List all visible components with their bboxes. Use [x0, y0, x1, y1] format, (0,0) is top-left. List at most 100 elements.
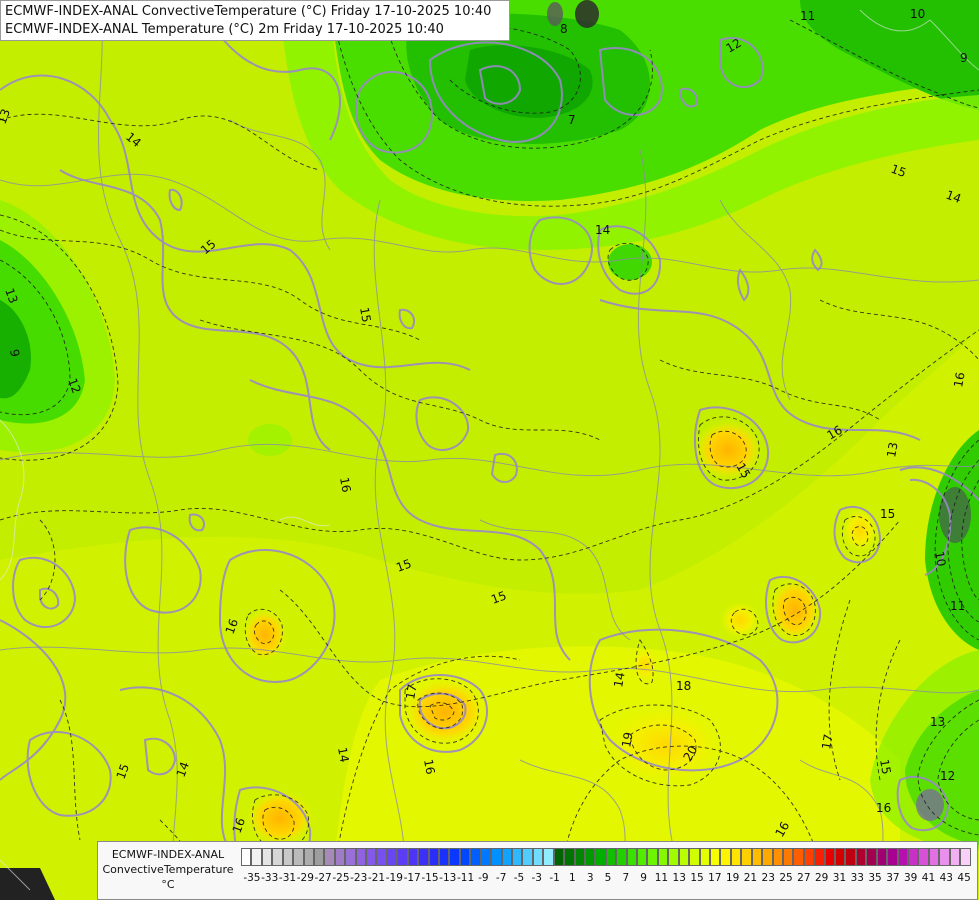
- legend-tick-label: 21: [743, 872, 758, 884]
- contour-label: 10: [932, 550, 948, 567]
- legend-swatch: [949, 848, 961, 866]
- title-temperature: ECMWF-INDEX-ANAL Temperature (°C) 2m Fri…: [5, 22, 444, 37]
- contour-label: 15: [877, 758, 893, 775]
- legend-tick-label: 41: [921, 872, 936, 884]
- legend-swatch: [657, 848, 669, 866]
- legend-tick-label: -21: [367, 872, 386, 884]
- legend-ticks: -35 -33 -31 -29 -27 -25 -23 -21 -19 -17 -15 -13 -11-…: [241, 872, 979, 888]
- legend-swatch: [355, 848, 367, 866]
- legend-tick-label: 31: [832, 872, 847, 884]
- legend-swatch: [803, 848, 815, 866]
- legend-swatch: [470, 848, 481, 866]
- legend-tick-label: -9: [478, 872, 489, 884]
- legend-swatch: [908, 848, 919, 866]
- contour-label: 16: [876, 801, 891, 815]
- legend-swatches: [241, 848, 971, 866]
- legend-swatch: [376, 848, 387, 866]
- legend-swatch: [480, 848, 492, 866]
- legend-tick-label: 11: [654, 872, 669, 884]
- legend-swatch: [793, 848, 804, 866]
- contour-label: 16: [421, 758, 437, 775]
- legend-tick-label: 5: [604, 872, 612, 884]
- legend-tick-label: 35: [868, 872, 882, 884]
- legend-tick-label: -19: [385, 872, 403, 884]
- legend-swatch: [397, 848, 408, 866]
- legend-swatch: [595, 848, 606, 866]
- contour-label: 11: [800, 9, 815, 23]
- legend-tick-label: -23: [350, 872, 368, 884]
- legend-tick-label: 7: [622, 872, 630, 884]
- legend-swatch: [261, 848, 273, 866]
- legend-swatch: [605, 848, 617, 866]
- legend-swatch: [386, 848, 398, 866]
- legend-swatch: [772, 848, 783, 866]
- legend-swatch: [251, 848, 262, 866]
- legend-swatch: [814, 848, 825, 866]
- legend-swatch: [428, 848, 440, 866]
- contour-label: 8: [560, 22, 568, 36]
- warm-spot: [842, 508, 878, 552]
- warm-spot: [631, 647, 659, 683]
- legend-tick-label: 45: [957, 872, 971, 884]
- cold-core: [916, 789, 944, 821]
- legend-swatch: [928, 848, 940, 866]
- legend-swatch: [543, 848, 554, 866]
- legend-swatch: [960, 848, 971, 866]
- legend-tick-label: 13: [672, 872, 686, 884]
- legend-tick-label: 9: [640, 872, 647, 884]
- legend-text: ECMWF-INDEX-ANAL ConvectiveTemperature °…: [100, 847, 236, 892]
- legend-tick-label: 43: [939, 872, 953, 884]
- legend-swatch: [782, 848, 794, 866]
- contour-label: 13: [884, 441, 900, 458]
- legend-swatch: [449, 848, 460, 866]
- legend-swatch: [835, 848, 846, 866]
- legend-tick-label: -35: [243, 872, 261, 884]
- legend-swatch: [511, 848, 523, 866]
- contour-label: 7: [568, 113, 576, 127]
- legend-swatch: [918, 848, 929, 866]
- legend-tick-label: 17: [708, 872, 722, 884]
- legend-swatch: [626, 848, 638, 866]
- warm-spot: [720, 602, 760, 638]
- legend-swatch: [845, 848, 856, 866]
- legend-swatch: [699, 848, 710, 866]
- legend-swatch: [855, 848, 867, 866]
- legend-tick-label: -13: [439, 872, 457, 884]
- contour-label: 18: [676, 679, 691, 693]
- legend-swatch: [720, 848, 731, 866]
- cold-core: [575, 0, 599, 28]
- legend-source: ECMWF-INDEX-ANAL: [111, 848, 225, 861]
- legend-tick-label: -29: [296, 872, 314, 884]
- legend-swatch: [272, 848, 283, 866]
- legend-swatch: [324, 848, 335, 866]
- legend-swatch: [303, 848, 314, 866]
- legend-swatch: [532, 848, 544, 866]
- contour-label: 14: [335, 746, 351, 763]
- legend-swatch: [366, 848, 377, 866]
- contour-label: 14: [611, 671, 627, 688]
- legend-tick-label: 33: [850, 872, 864, 884]
- legend-swatch: [939, 848, 950, 866]
- legend-swatch: [553, 848, 565, 866]
- legend-swatch: [293, 848, 304, 866]
- legend-tick-label: 1: [569, 872, 576, 884]
- contour-label: 14: [595, 223, 610, 237]
- legend-swatch: [730, 848, 742, 866]
- contour-label: 15: [880, 507, 895, 521]
- legend-tick-label: -25: [332, 872, 350, 884]
- legend-swatch: [741, 848, 752, 866]
- legend-swatch: [876, 848, 888, 866]
- contour-label: 17: [403, 683, 419, 700]
- legend-variable: ConvectiveTemperature: [102, 863, 234, 876]
- contour-label: 19: [619, 731, 635, 748]
- legend-tick-label: 25: [779, 872, 793, 884]
- legend-swatch: [762, 848, 773, 866]
- contour-label: 9: [960, 51, 968, 65]
- legend-swatch: [678, 848, 690, 866]
- legend-tick-label: -17: [403, 872, 421, 884]
- legend-swatch: [647, 848, 658, 866]
- legend-swatch: [282, 848, 294, 866]
- legend-tick-label: -33: [261, 872, 279, 884]
- legend-swatch: [564, 848, 575, 866]
- warm-spot: [243, 609, 287, 661]
